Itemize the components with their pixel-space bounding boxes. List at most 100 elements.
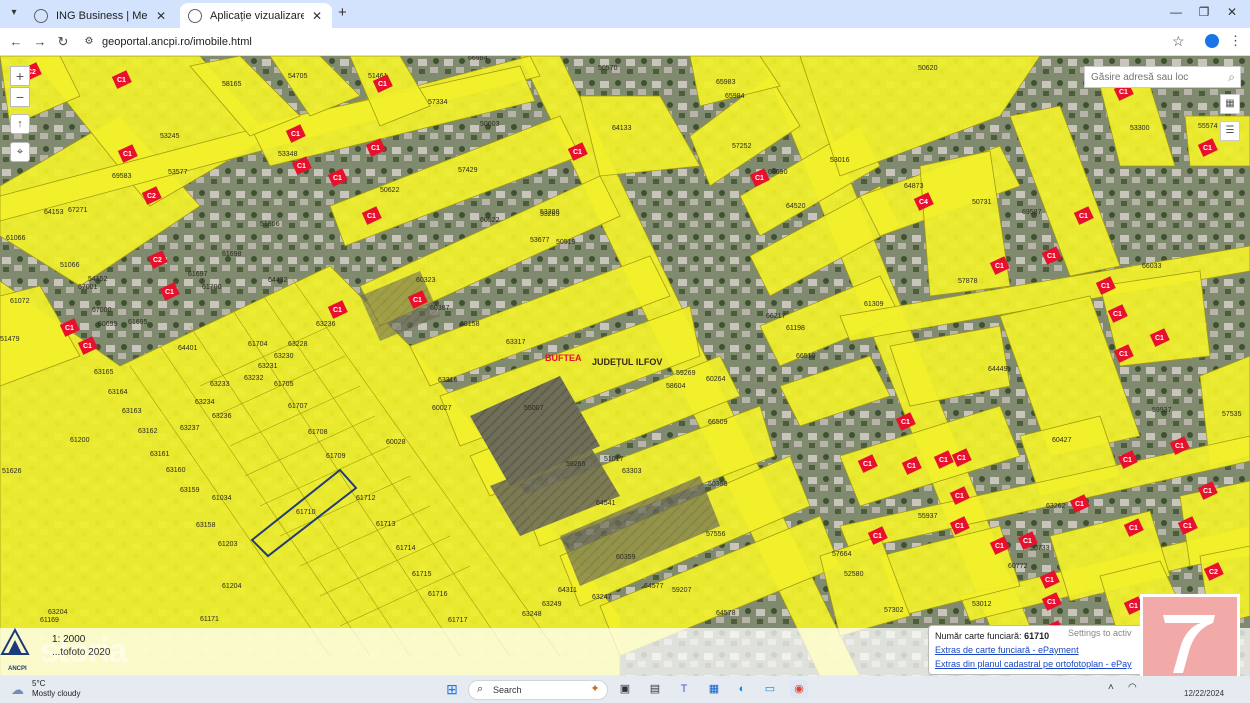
building-label: C1 bbox=[873, 533, 882, 540]
parcel-number-label: 61169 bbox=[40, 617, 59, 624]
parcel-number-label: 67000 bbox=[92, 307, 112, 314]
restore-button[interactable]: ❐ bbox=[1194, 5, 1214, 19]
parcel-number-label: 63247 bbox=[592, 594, 612, 601]
store-icon[interactable]: ▦ bbox=[705, 680, 723, 698]
chrome-icon[interactable]: ◉ bbox=[790, 680, 808, 698]
parcel-number-label: 61200 bbox=[70, 437, 90, 444]
locate-icon[interactable]: ⌖ bbox=[10, 142, 30, 162]
parcel-strip[interactable] bbox=[1184, 115, 1250, 167]
parcel-number-label: 66984 bbox=[468, 56, 488, 62]
search-icon: ⌕ bbox=[477, 683, 484, 695]
task-view-icon[interactable]: ▣ bbox=[616, 680, 634, 698]
bookmark-star-icon[interactable]: ☆ bbox=[1172, 33, 1185, 50]
building-label: C4 bbox=[919, 199, 928, 206]
parcel-number-label: 60264 bbox=[706, 376, 726, 383]
wifi-icon[interactable]: ◠ bbox=[1128, 682, 1137, 693]
close-tab-icon[interactable]: ✕ bbox=[154, 9, 168, 23]
parcel-number-label: 61716 bbox=[428, 591, 448, 598]
tab-search-icon[interactable]: ▾ bbox=[6, 5, 22, 21]
parcel-number-label: 61034 bbox=[212, 495, 232, 502]
parcel-number-label: 55007 bbox=[524, 405, 544, 412]
reload-icon[interactable]: ↻ bbox=[55, 34, 71, 50]
taskbar-clock[interactable]: 12/22/2024 bbox=[1184, 689, 1224, 698]
weather-temperature[interactable]: 5°C bbox=[32, 679, 45, 688]
parcel-number-label: 51626 bbox=[2, 468, 22, 475]
parcel-number-label: 63690 bbox=[768, 169, 788, 176]
parcel-number-label: 51066 bbox=[60, 262, 80, 269]
parcel-number-label: 63163 bbox=[122, 408, 142, 415]
parcel-number-label: 64153 bbox=[44, 209, 64, 216]
building-label: C1 bbox=[117, 77, 126, 84]
parcel-number-label: 53289 bbox=[540, 211, 560, 218]
map-canvas[interactable]: 54705 58165 51461 66984 50570 50620 57334 50603… bbox=[0, 56, 1250, 676]
site-info-icon[interactable]: ⚙ bbox=[82, 35, 96, 49]
activate-windows-hint: Settings to activ bbox=[1068, 628, 1132, 638]
file-explorer-icon[interactable]: ▤ bbox=[646, 680, 664, 698]
parcel-number-label: 63165 bbox=[94, 369, 114, 376]
profile-avatar[interactable] bbox=[1205, 34, 1219, 48]
parcel-number-label: 60027 bbox=[432, 405, 452, 412]
zoom-out-button[interactable]: − bbox=[10, 87, 30, 107]
teams-icon[interactable]: T bbox=[675, 680, 693, 698]
tab-aplicatie-imobile[interactable]: Aplicație vizualizare imobile ✕ bbox=[180, 3, 332, 28]
menu-kebab-icon[interactable]: ⋮ bbox=[1229, 33, 1242, 49]
building-label: C1 bbox=[939, 457, 948, 464]
parcel-number-label: 53016 bbox=[830, 157, 850, 164]
parcel-number-label: 63236 bbox=[212, 413, 232, 420]
parcel-number-label: 67271 bbox=[68, 207, 88, 214]
cloud-icon[interactable]: ☁ bbox=[11, 682, 24, 698]
parcel-number-label: 63160 bbox=[166, 467, 186, 474]
windows-start-icon[interactable]: ⊞ bbox=[443, 680, 461, 698]
building-label: C1 bbox=[907, 463, 916, 470]
chevron-up-icon[interactable]: ˄ bbox=[1108, 682, 1114, 693]
parcel-number-label: 53300 bbox=[1130, 125, 1150, 132]
parcel-number-label: 58165 bbox=[222, 81, 242, 88]
layers-list-icon[interactable]: ☰ bbox=[1220, 121, 1240, 141]
parcel-number-label: 64577 bbox=[644, 583, 664, 590]
parcel-number-label: 51017 bbox=[604, 456, 624, 463]
parcel-number-label: 59265 bbox=[566, 461, 586, 468]
remote-desktop-icon[interactable]: ▭ bbox=[761, 680, 779, 698]
edge-icon[interactable]: ◐ bbox=[733, 680, 751, 698]
building-label: C1 bbox=[755, 175, 764, 182]
close-tab-icon[interactable]: ✕ bbox=[310, 9, 324, 23]
parcel-number-label: 54152 bbox=[88, 276, 108, 283]
search-input[interactable] bbox=[1085, 67, 1215, 87]
search-highlight-icon[interactable]: ✦ bbox=[586, 680, 604, 698]
parcel-number-label: 61309 bbox=[864, 301, 884, 308]
parcel-number-label: 50358 bbox=[708, 481, 728, 488]
parcel-number-label: 63228 bbox=[288, 341, 308, 348]
parcel-number-label: 61066 bbox=[6, 235, 26, 242]
search-icon[interactable]: ⌕ bbox=[1228, 70, 1235, 85]
parcel-number-label: 66217 bbox=[766, 313, 786, 320]
address-search[interactable]: ⌕ bbox=[1084, 66, 1241, 88]
parcel-number-label: 63159 bbox=[180, 487, 200, 494]
building-label: C1 bbox=[297, 163, 306, 170]
basemap-icon[interactable]: ▦ bbox=[1220, 94, 1240, 114]
parcel-number-label: 53012 bbox=[972, 601, 992, 608]
new-tab-button[interactable]: + bbox=[338, 4, 347, 21]
building-label: C1 bbox=[957, 455, 966, 462]
building-label: C1 bbox=[955, 523, 964, 530]
parcel-number-label: 60359 bbox=[616, 554, 636, 561]
parcel-number-label: 61714 bbox=[396, 545, 416, 552]
building-label: C2 bbox=[147, 193, 156, 200]
minimize-button[interactable]: — bbox=[1166, 5, 1186, 19]
cadastral-plan-extract-link[interactable]: Extras din planul cadastral pe ortofotop… bbox=[935, 659, 1132, 669]
zoom-in-button[interactable]: + bbox=[10, 66, 30, 86]
parcel-number-label: 61710 bbox=[296, 509, 316, 516]
building-label: C1 bbox=[863, 461, 872, 468]
parcel-number-label: 60522 bbox=[480, 217, 500, 224]
building-label: C1 bbox=[1047, 599, 1056, 606]
forward-icon[interactable]: → bbox=[32, 34, 48, 50]
tab-ing-business[interactable]: ING Business | Mereu alături de ✕ bbox=[26, 3, 176, 28]
compass-icon[interactable]: ↑ bbox=[10, 114, 30, 134]
parcel-number-label: 57429 bbox=[458, 167, 478, 174]
parcel-number-label: 51806 bbox=[260, 221, 280, 228]
weather-condition[interactable]: Mostly cloudy bbox=[32, 689, 80, 698]
parcel-number-label: 57535 bbox=[1222, 411, 1242, 418]
close-window-button[interactable]: ✕ bbox=[1222, 5, 1242, 19]
url-field[interactable]: geoportal.ancpi.ro/imobile.html bbox=[102, 36, 252, 48]
cf-extract-link[interactable]: Extras de carte funciară - ePayment bbox=[935, 645, 1079, 655]
back-icon[interactable]: ← bbox=[8, 34, 24, 50]
